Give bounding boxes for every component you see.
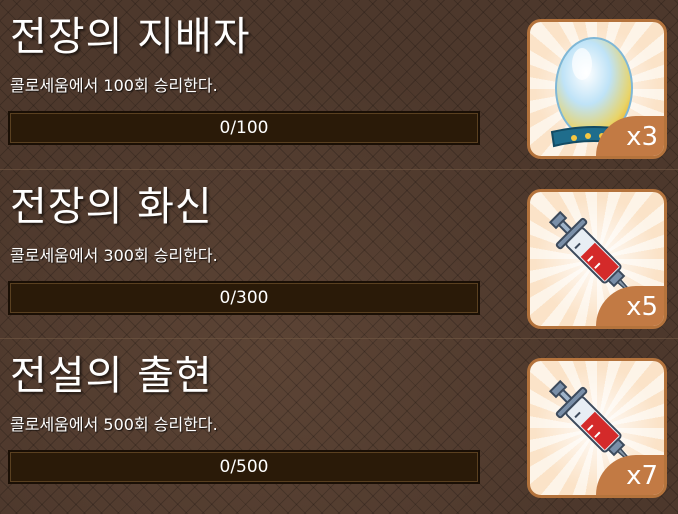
progress-text: 0/100 (219, 118, 269, 138)
achievement-description: 콜로세움에서 300회 승리한다. (10, 246, 218, 265)
achievement-title: 전장의 화신 (10, 184, 213, 230)
achievement-row: 전장의 지배자 콜로세움에서 100회 승리한다. 0/100 x3 (0, 0, 678, 169)
progress-bar: 0/300 (8, 281, 480, 315)
reward-item[interactable]: x3 (527, 19, 667, 159)
reward-item[interactable]: x7 (527, 358, 667, 498)
progress-bar: 0/500 (8, 450, 480, 484)
achievement-row: 전장의 화신 콜로세움에서 300회 승리한다. 0/300 x5 (0, 169, 678, 339)
achievement-description: 콜로세움에서 500회 승리한다. (10, 415, 218, 434)
progress-text: 0/500 (219, 457, 269, 477)
reward-item[interactable]: x5 (527, 189, 667, 329)
achievement-title: 전설의 출현 (10, 353, 213, 399)
achievement-title: 전장의 지배자 (10, 14, 251, 60)
achievement-row: 전설의 출현 콜로세움에서 500회 승리한다. 0/500 x7 (0, 338, 678, 508)
achievement-description: 콜로세움에서 100회 승리한다. (10, 76, 218, 95)
progress-bar: 0/100 (8, 111, 480, 145)
progress-text: 0/300 (219, 288, 269, 308)
